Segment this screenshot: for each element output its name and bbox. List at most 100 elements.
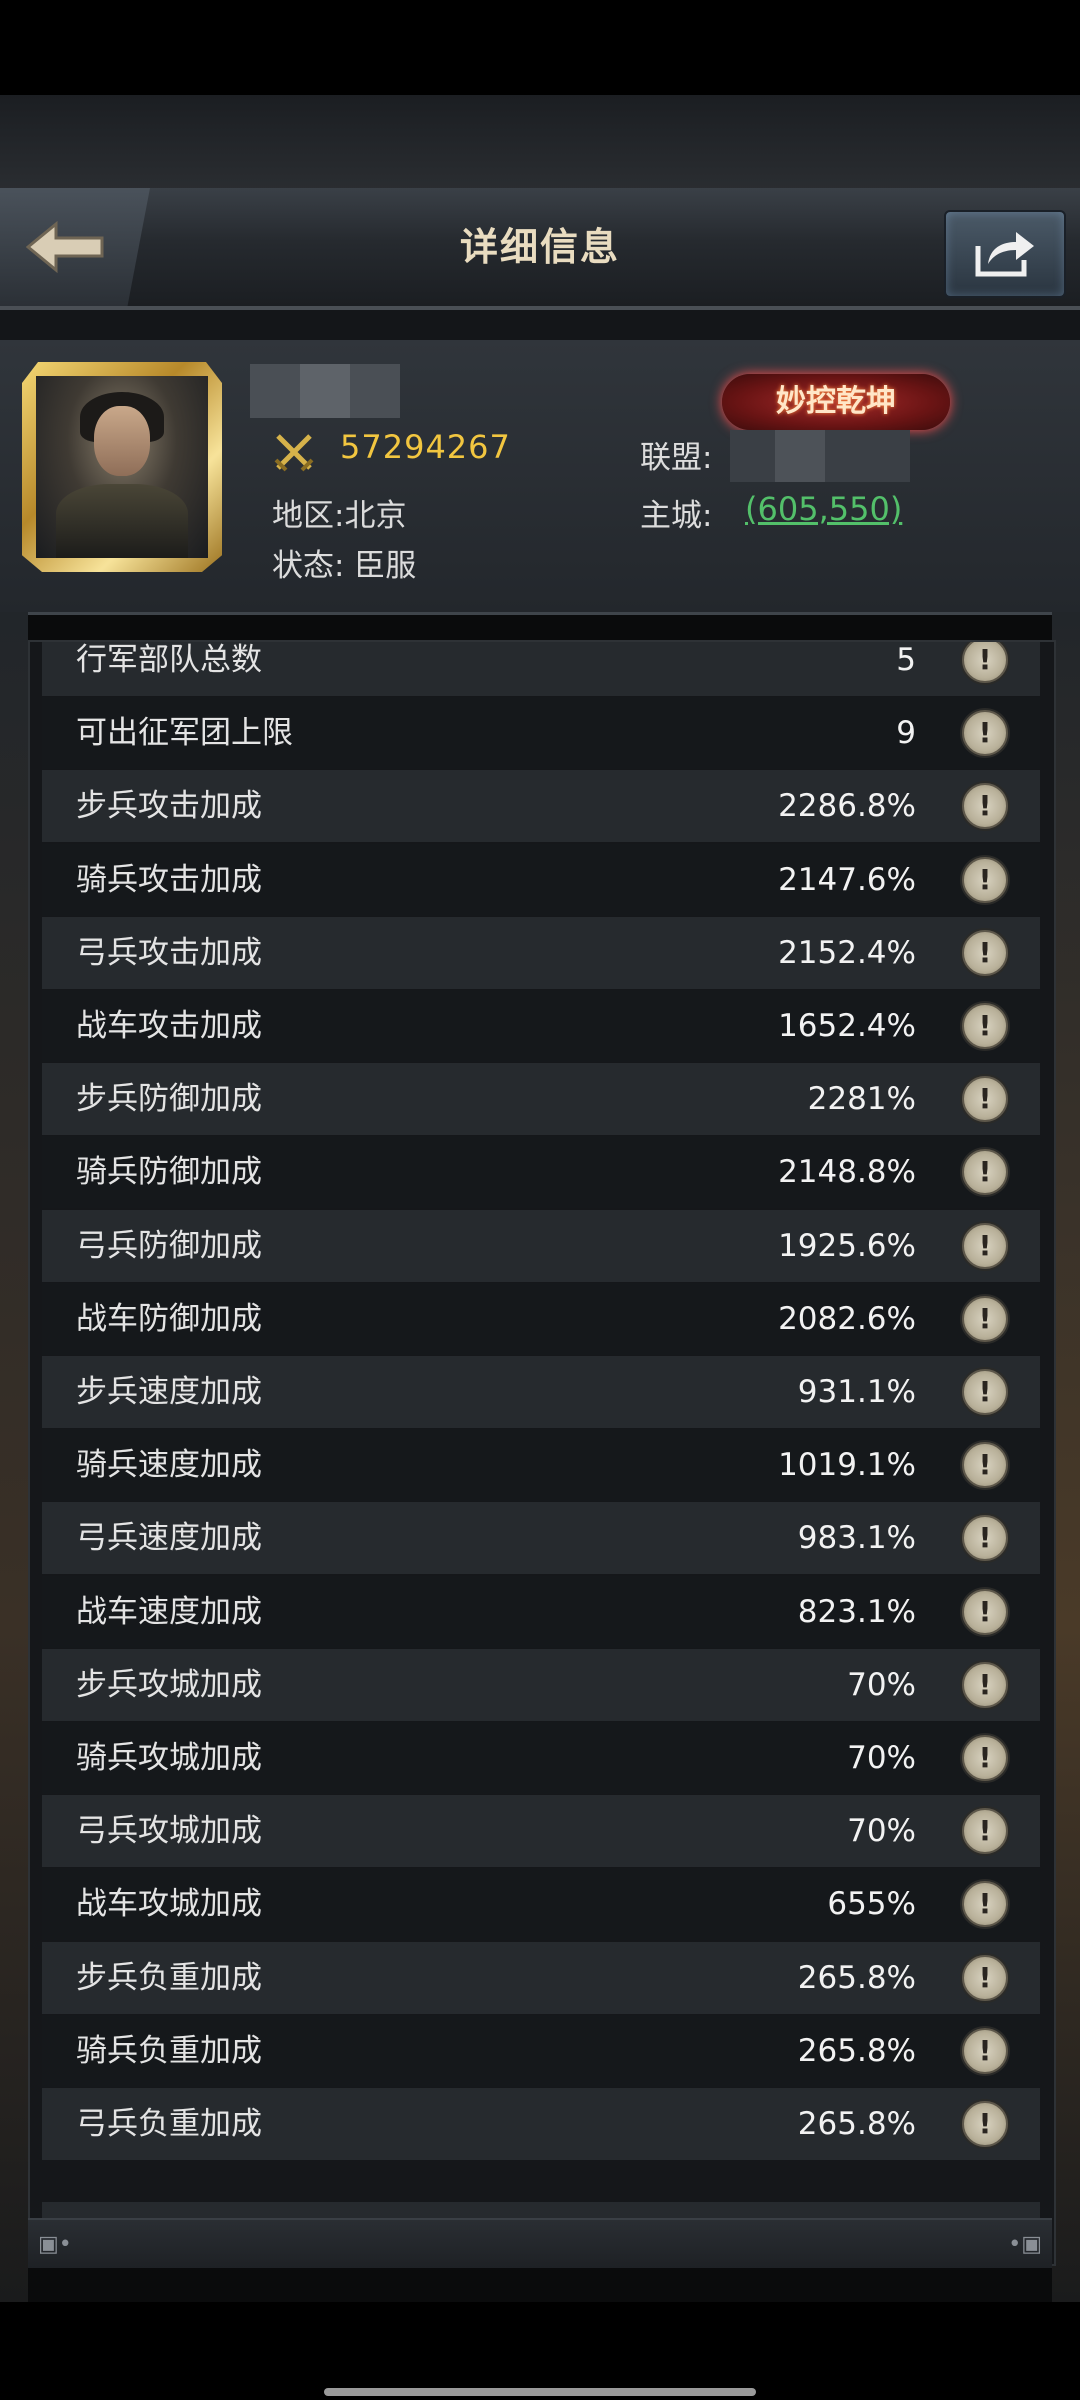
info-exclamation-icon[interactable]: !	[962, 1881, 1008, 1928]
stat-label: 步兵攻城加成	[76, 1666, 262, 1703]
stat-value: 2152.4%	[778, 934, 916, 971]
status-bar	[0, 0, 1080, 95]
info-exclamation-icon[interactable]: !	[962, 642, 1008, 683]
info-glyph: !	[978, 1301, 992, 1335]
info-exclamation-icon[interactable]: !	[962, 1954, 1008, 2001]
info-glyph: !	[978, 643, 992, 676]
stat-label: 骑兵攻城加成	[76, 1740, 262, 1776]
background-art-right	[1052, 612, 1080, 2302]
info-exclamation-icon[interactable]: !	[962, 1515, 1008, 1562]
stat-row: 骑兵攻城加成 70%!	[42, 1722, 1040, 1794]
power-value: 57294267	[340, 428, 511, 466]
info-exclamation-icon[interactable]: !	[962, 1661, 1008, 1708]
info-glyph: !	[978, 789, 992, 823]
stat-value: 70%	[847, 1666, 916, 1703]
info-glyph: !	[978, 1667, 992, 1701]
alliance-label: 联盟:	[640, 440, 713, 476]
info-exclamation-icon[interactable]: !	[962, 2027, 1008, 2074]
stat-row: 可出征军团上限 9!	[42, 697, 1040, 770]
info-glyph: !	[978, 2033, 992, 2067]
title-badge: 妙控乾坤	[722, 374, 950, 430]
state-text: 状态: 臣服	[272, 548, 417, 584]
stat-label: 弓兵负重加成	[76, 2106, 262, 2142]
stat-value: 1019.1%	[778, 1447, 916, 1484]
info-exclamation-icon[interactable]: !	[962, 1076, 1008, 1123]
info-exclamation-icon[interactable]: !	[962, 1003, 1008, 1049]
info-exclamation-icon[interactable]: !	[962, 1735, 1008, 1781]
background-band	[0, 95, 1080, 190]
info-exclamation-icon[interactable]: !	[962, 1588, 1008, 1635]
stat-value: 823.1%	[797, 1593, 916, 1630]
stat-value: 2147.6%	[778, 861, 916, 898]
stat-value: 2082.6%	[778, 1300, 916, 1337]
stat-label: 骑兵速度加成	[76, 1447, 262, 1484]
info-glyph: !	[978, 1594, 992, 1628]
ornament-left-icon: ▣•	[38, 2232, 72, 2257]
stat-row: 步兵攻击加成 2286.8%!	[42, 770, 1040, 843]
info-glyph: !	[978, 1009, 992, 1042]
info-glyph: !	[978, 935, 992, 969]
info-exclamation-icon[interactable]: !	[962, 2101, 1008, 2147]
stat-row: 弓兵负重加成 265.8%!	[42, 2088, 1040, 2160]
share-icon	[975, 232, 1034, 277]
stat-row: 步兵负重加成 265.8%!	[42, 1941, 1040, 2014]
stat-row: 骑兵负重加成 265.8%!	[42, 2014, 1040, 2087]
info-exclamation-icon[interactable]: !	[962, 1149, 1008, 1196]
stat-value: 2281%	[807, 1081, 916, 1118]
info-exclamation-icon[interactable]: !	[962, 1222, 1008, 1269]
stat-label: 步兵攻击加成	[76, 788, 262, 825]
stat-row: 弓兵攻击加成 2152.4%!	[42, 916, 1040, 989]
stat-row: 步兵攻城加成 70%!	[42, 1648, 1040, 1721]
info-glyph: !	[978, 1521, 992, 1555]
home-indicator[interactable]	[324, 2388, 756, 2396]
stat-label: 战车攻击加成	[76, 1008, 262, 1044]
info-exclamation-icon[interactable]: !	[962, 783, 1008, 830]
info-glyph: !	[978, 1741, 992, 1774]
avatar-portrait	[36, 376, 208, 558]
stat-value: 931.1%	[797, 1374, 916, 1410]
stat-value: 5	[896, 642, 916, 678]
main-city-coordinates-link[interactable]: (605,550)	[745, 490, 902, 528]
stat-row: 骑兵速度加成 1019.1%!	[42, 1429, 1040, 1502]
info-glyph: !	[978, 1814, 992, 1848]
alliance-name-redacted-block	[775, 430, 825, 482]
stat-label: 骑兵负重加成	[76, 2032, 262, 2069]
info-exclamation-icon[interactable]: !	[962, 1295, 1008, 1342]
info-exclamation-icon[interactable]: !	[962, 710, 1008, 757]
info-exclamation-icon[interactable]: !	[962, 1369, 1008, 1415]
stats-list[interactable]: 行军部队总数 5! 可出征军团上限 9! 步兵攻击加成 2286.8%! 骑兵攻击加成 214…	[28, 640, 1056, 2266]
stat-value: 265.8%	[797, 2032, 916, 2069]
stat-row: 行军部队总数 5!	[42, 642, 1040, 696]
info-exclamation-icon[interactable]: !	[962, 1442, 1008, 1489]
info-exclamation-icon[interactable]: !	[962, 1808, 1008, 1855]
stat-label: 战车防御加成	[76, 1300, 262, 1337]
list-footer: ▣• •▣	[28, 2218, 1052, 2268]
info-glyph: !	[978, 862, 992, 896]
stat-row: 骑兵防御加成 2148.8%!	[42, 1136, 1040, 1209]
avatar-face	[94, 406, 150, 476]
info-glyph: !	[978, 1960, 992, 1994]
info-glyph: !	[978, 1887, 992, 1921]
stat-row: 战车速度加成 823.1%!	[42, 1575, 1040, 1648]
stat-value: 70%	[847, 1813, 916, 1850]
stat-row: 步兵速度加成 931.1%!	[42, 1356, 1040, 1428]
stat-label: 弓兵攻城加成	[76, 1813, 262, 1850]
stat-label: 战车攻城加成	[76, 1886, 262, 1923]
info-glyph: !	[978, 2107, 992, 2140]
bottom-bar	[0, 2302, 1080, 2400]
stat-row: 弓兵速度加成 983.1%!	[42, 1502, 1040, 1575]
stat-label: 步兵防御加成	[76, 1081, 262, 1118]
profile-panel: 57294267 地区:北京 状态: 臣服 妙控乾坤 联盟: 主城: (605,…	[0, 340, 1080, 615]
stat-value: 655%	[827, 1886, 916, 1923]
back-button[interactable]	[0, 188, 150, 306]
stat-value: 1652.4%	[778, 1008, 916, 1044]
avatar[interactable]	[22, 362, 222, 572]
info-glyph: !	[978, 1155, 992, 1189]
info-exclamation-icon[interactable]: !	[962, 929, 1008, 976]
stat-value: 2286.8%	[778, 788, 916, 825]
crossed-swords-icon	[274, 434, 314, 472]
stat-row: 战车防御加成 2082.6%!	[42, 1282, 1040, 1355]
share-button[interactable]	[944, 210, 1066, 298]
stat-label: 战车速度加成	[76, 1593, 262, 1630]
info-exclamation-icon[interactable]: !	[962, 856, 1008, 903]
